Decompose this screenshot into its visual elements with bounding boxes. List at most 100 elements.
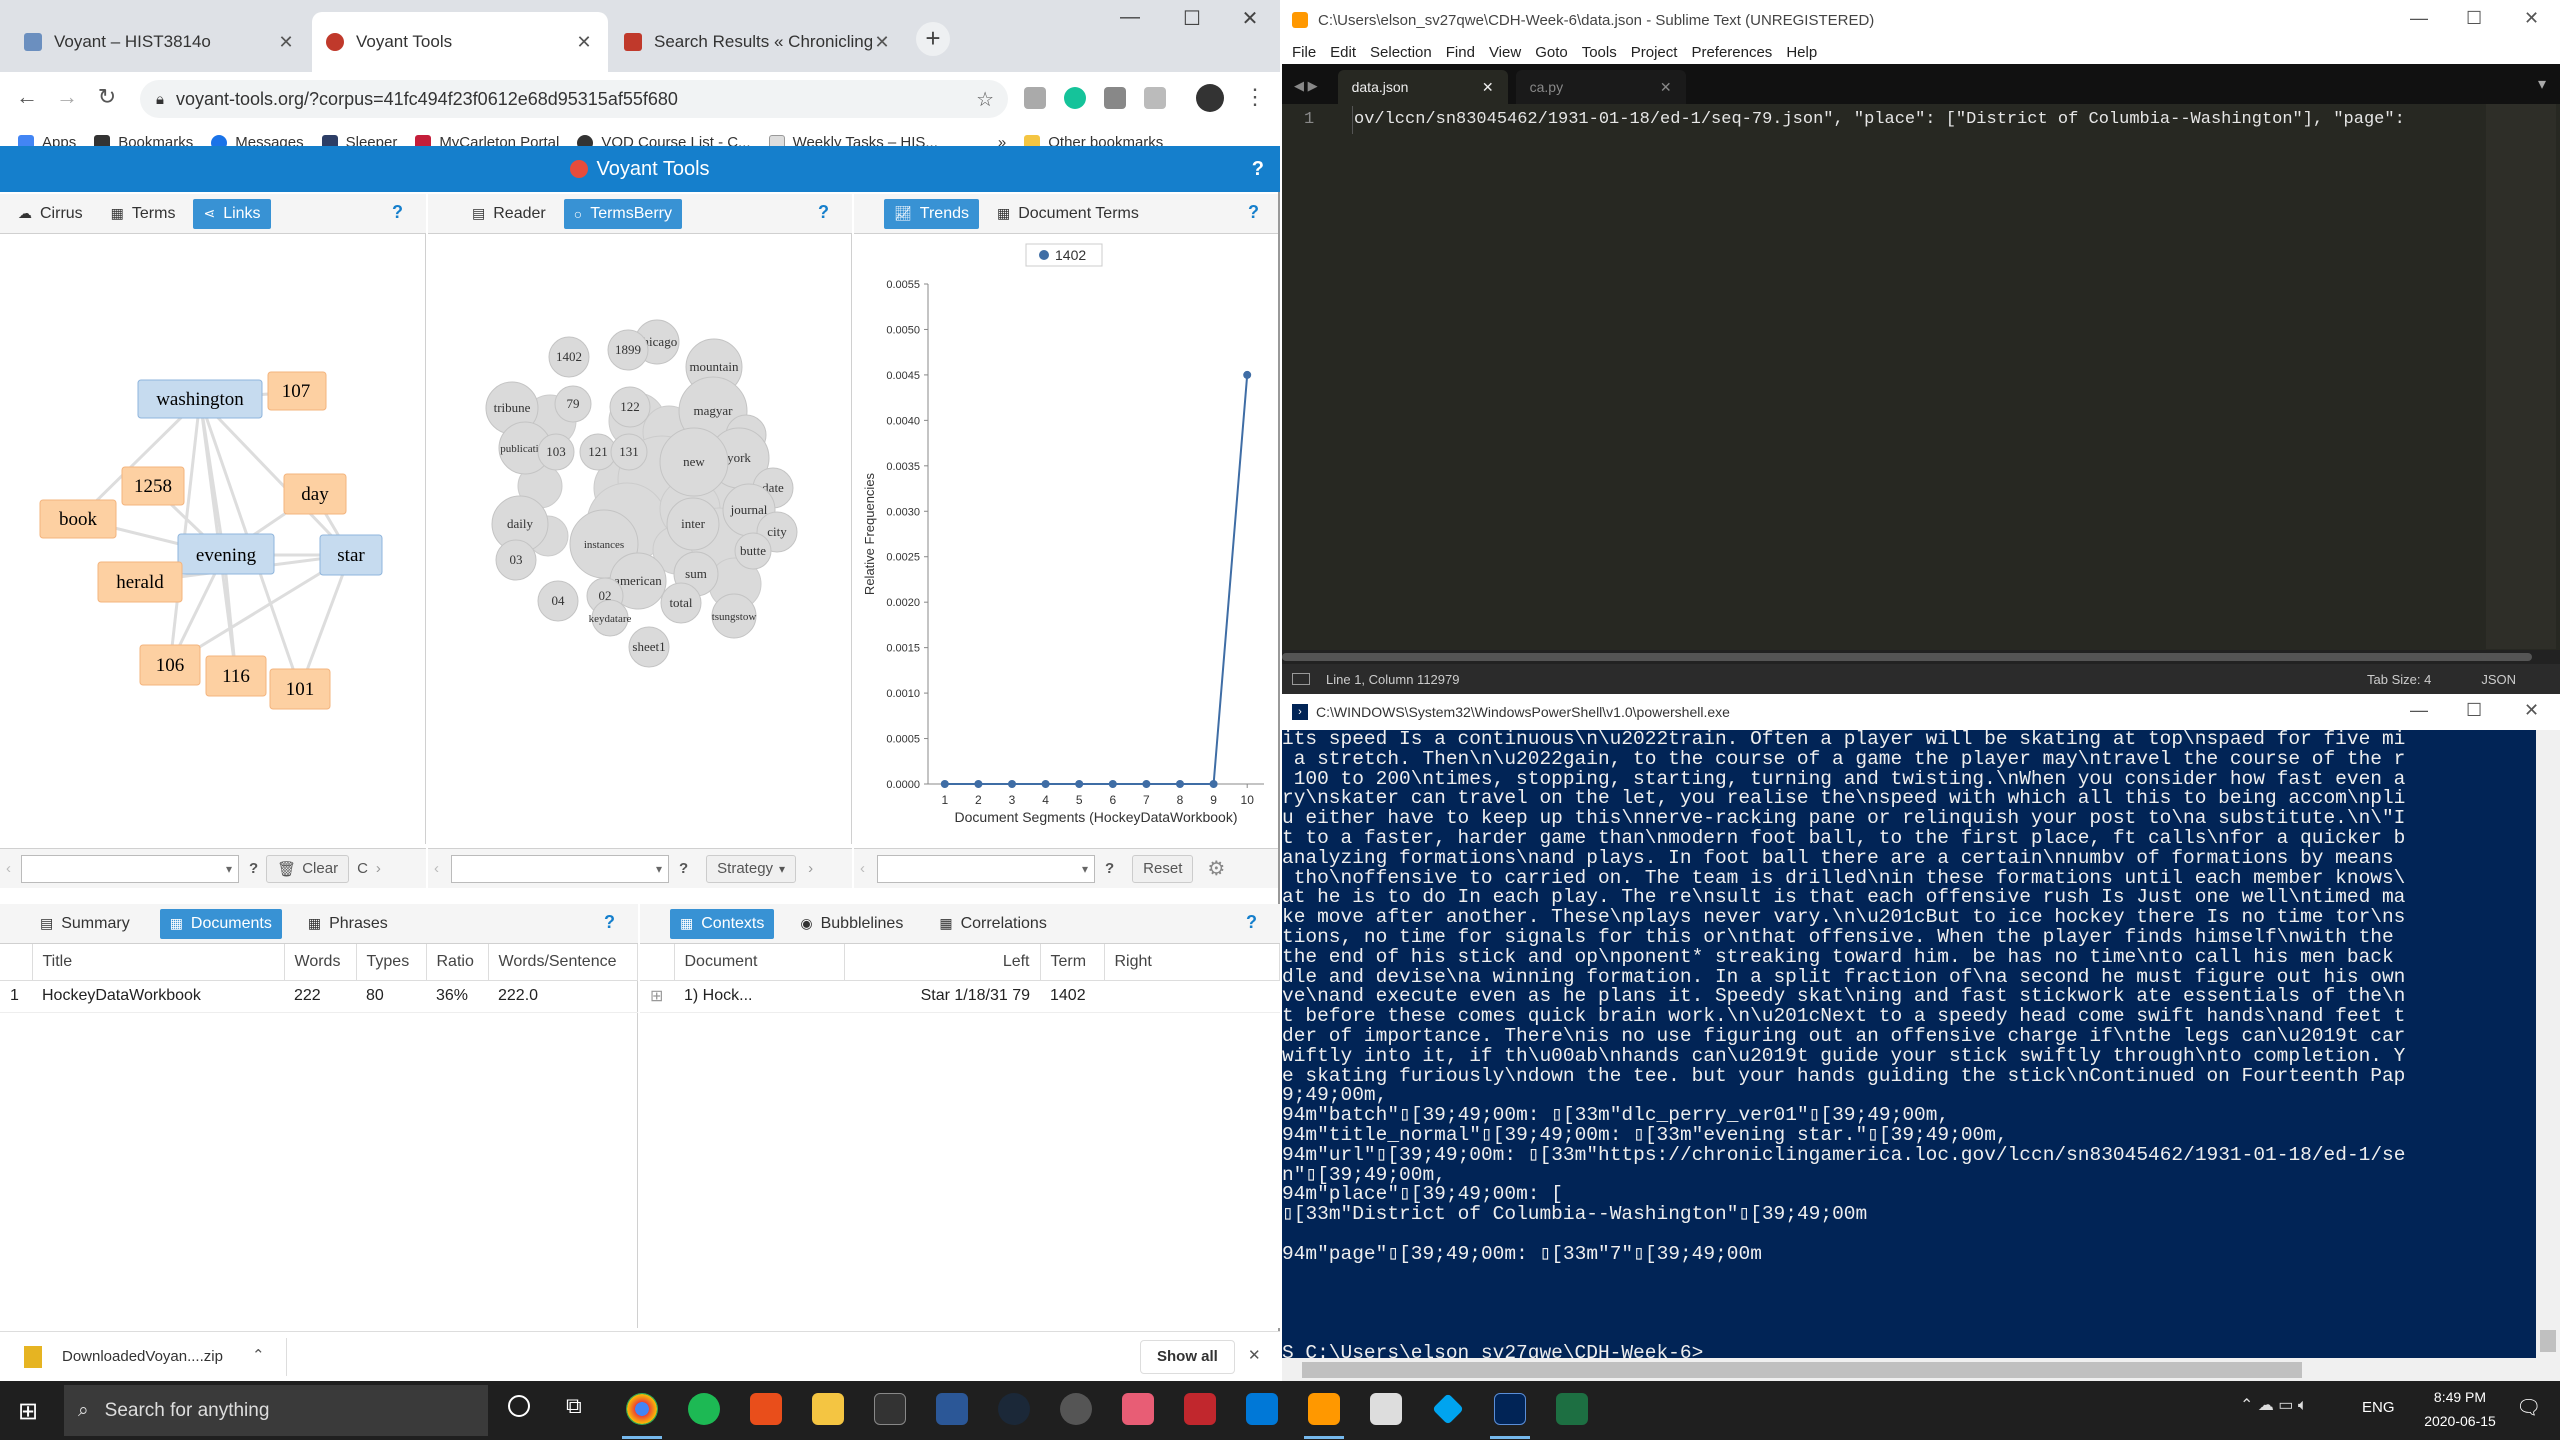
- close-icon[interactable]: ✕: [574, 32, 594, 53]
- menu-icon[interactable]: ⋮: [1244, 84, 1266, 110]
- data-point[interactable]: [1108, 780, 1117, 788]
- table-row[interactable]: 1 HockeyDataWorkbook 222 80 36% 222.0: [0, 980, 638, 1013]
- back-icon[interactable]: ←: [12, 84, 42, 110]
- legend[interactable]: 1402: [1025, 243, 1103, 267]
- data-point[interactable]: [1142, 780, 1151, 788]
- horizontal-scrollbar[interactable]: [1282, 650, 2560, 664]
- data-point[interactable]: [1075, 780, 1084, 788]
- col-document[interactable]: Document: [674, 944, 845, 981]
- term-search-combo[interactable]: ▾: [877, 854, 1095, 883]
- col-types[interactable]: Types: [356, 944, 427, 981]
- node-star[interactable]: star: [319, 534, 383, 576]
- taskbar-search[interactable]: ⌕ Search for anything: [64, 1385, 488, 1436]
- data-point[interactable]: [1176, 780, 1184, 788]
- scroll-left-icon[interactable]: ‹: [6, 860, 11, 877]
- truncated-button[interactable]: C: [357, 860, 368, 877]
- minimap[interactable]: [2486, 104, 2556, 649]
- menu-selection[interactable]: Selection: [1370, 44, 1432, 61]
- help-icon[interactable]: ?: [392, 202, 403, 223]
- node-day[interactable]: day: [283, 473, 347, 515]
- close-window-icon[interactable]: ✕: [1230, 6, 1270, 31]
- cortana-icon[interactable]: [508, 1395, 530, 1417]
- tab-trends[interactable]: 📈︎ Trends: [884, 198, 979, 229]
- menu-edit[interactable]: Edit: [1330, 44, 1356, 61]
- vertical-scrollbar[interactable]: [2536, 730, 2560, 1358]
- maximize-icon[interactable]: ☐: [1172, 6, 1212, 31]
- data-point[interactable]: [1243, 370, 1252, 379]
- node-evening[interactable]: evening: [177, 533, 275, 575]
- scroll-right-icon[interactable]: ›: [376, 860, 381, 877]
- tab-voyant-hist[interactable]: Voyant – HIST3814o ✕: [10, 12, 310, 72]
- tab-bubblelines[interactable]: ◉ Bubblelines: [790, 909, 913, 939]
- minimize-icon[interactable]: —: [2410, 700, 2428, 721]
- data-point[interactable]: [974, 780, 983, 788]
- close-icon[interactable]: ✕: [1482, 79, 1494, 96]
- scroll-left-icon[interactable]: ‹: [860, 860, 865, 877]
- close-icon[interactable]: ✕: [1248, 1346, 1261, 1364]
- term-search-combo[interactable]: ▾: [451, 854, 669, 883]
- tab-ca-py[interactable]: ca.py ✕: [1515, 70, 1686, 104]
- app-icon[interactable]: [1432, 1393, 1464, 1425]
- forward-icon[interactable]: →: [52, 84, 82, 110]
- tab-phrases[interactable]: ▦ Phrases: [298, 909, 398, 939]
- node-106[interactable]: 106: [139, 644, 201, 686]
- horizontal-scrollbar[interactable]: [1282, 1358, 2560, 1382]
- term-search-combo[interactable]: ▾: [21, 854, 239, 883]
- epic-games-icon[interactable]: [874, 1393, 906, 1425]
- tab-termsberry[interactable]: ○ TermsBerry: [563, 198, 682, 229]
- notification-icon[interactable]: 🗨︎: [2516, 1395, 2541, 1420]
- tab-search-results[interactable]: Search Results « Chronicling Amer ✕: [610, 12, 906, 72]
- powershell-icon[interactable]: [1494, 1393, 1526, 1425]
- node-book[interactable]: book: [39, 499, 117, 539]
- new-tab-button[interactable]: +: [916, 22, 950, 56]
- scroll-thumb[interactable]: [1282, 653, 2532, 661]
- col-term[interactable]: Term: [1040, 944, 1105, 981]
- col-words[interactable]: Words: [284, 944, 357, 981]
- language-indicator[interactable]: ENG: [2362, 1399, 2395, 1416]
- tab-summary[interactable]: ▤ Summary: [30, 909, 140, 939]
- app-icon[interactable]: [1122, 1393, 1154, 1425]
- mail-icon[interactable]: [1246, 1393, 1278, 1425]
- tab-size[interactable]: Tab Size: 4: [2367, 672, 2431, 687]
- powershell-output[interactable]: its speed Is a continuous\n\u2022train. …: [1282, 730, 2536, 1358]
- clock-time[interactable]: 8:49 PM: [2420, 1389, 2500, 1405]
- clear-button[interactable]: 🗑︎ Clear: [266, 854, 350, 883]
- url-text[interactable]: voyant-tools.org/?corpus=41fc494f23f0612…: [176, 89, 678, 110]
- node-107[interactable]: 107: [267, 371, 327, 411]
- data-point[interactable]: [1041, 780, 1050, 788]
- col-ratio[interactable]: Ratio: [426, 944, 489, 981]
- node-101[interactable]: 101: [269, 668, 331, 710]
- close-window-icon[interactable]: ✕: [2524, 8, 2539, 29]
- grammarly-icon[interactable]: [1064, 87, 1086, 109]
- col-words-sentence[interactable]: Words/Sentence: [488, 944, 638, 981]
- file-explorer-icon[interactable]: [812, 1393, 844, 1425]
- tab-voyant-tools[interactable]: Voyant Tools ✕: [312, 12, 608, 72]
- minimize-icon[interactable]: —: [1110, 6, 1150, 29]
- app-icon[interactable]: [1184, 1393, 1216, 1425]
- spotify-icon[interactable]: [688, 1393, 720, 1425]
- extension-icon[interactable]: [1104, 87, 1126, 109]
- app-icon[interactable]: [1370, 1393, 1402, 1425]
- scroll-right-icon[interactable]: ›: [808, 860, 813, 877]
- menu-find[interactable]: Find: [1446, 44, 1475, 61]
- sublime-editor[interactable]: 1 ov/lccn/sn83045462/1931-01-18/ed-1/seq…: [1282, 104, 2560, 664]
- close-icon[interactable]: ✕: [276, 32, 296, 53]
- tab-correlations[interactable]: ▦ Correlations: [929, 909, 1057, 939]
- strategy-button[interactable]: Strategy ▾: [706, 854, 797, 883]
- show-all-button[interactable]: Show all: [1140, 1340, 1235, 1374]
- chrome-icon[interactable]: [626, 1393, 658, 1425]
- menu-tools[interactable]: Tools: [1582, 44, 1617, 61]
- steam-icon[interactable]: [998, 1393, 1030, 1425]
- node-1258[interactable]: 1258: [121, 466, 185, 506]
- scroll-left-icon[interactable]: ‹: [434, 860, 439, 877]
- col-right[interactable]: Right: [1104, 944, 1280, 981]
- tab-reader[interactable]: ▤ Reader: [462, 199, 556, 229]
- help-icon[interactable]: ?: [604, 912, 615, 933]
- app-icon[interactable]: [936, 1393, 968, 1425]
- office-icon[interactable]: [750, 1393, 782, 1425]
- help-icon[interactable]: ?: [1252, 146, 1264, 192]
- star-icon[interactable]: ☆: [976, 87, 994, 112]
- close-window-icon[interactable]: ✕: [2524, 700, 2539, 721]
- menu-preferences[interactable]: Preferences: [1691, 44, 1772, 61]
- tray-icons[interactable]: ⌃ ☁︎ ▭ 🔈︎: [2240, 1395, 2307, 1415]
